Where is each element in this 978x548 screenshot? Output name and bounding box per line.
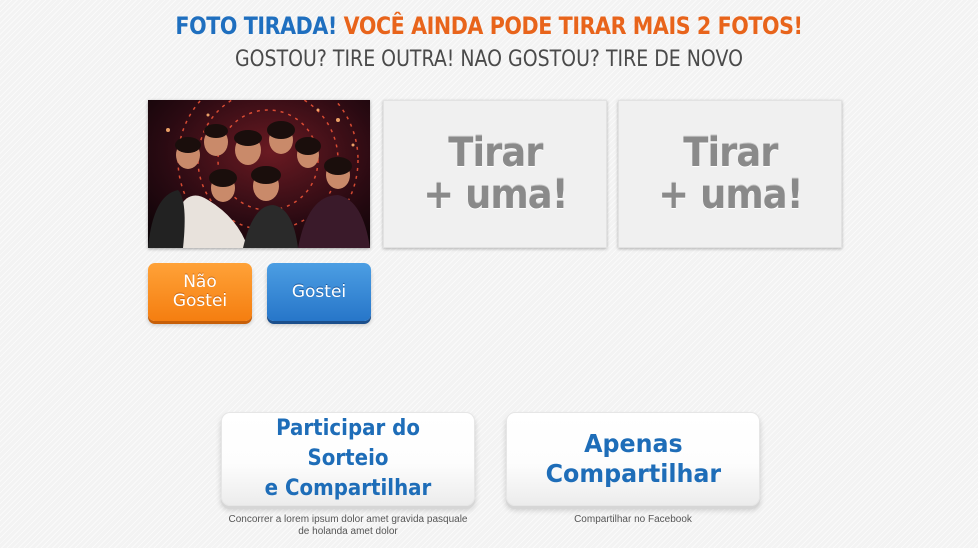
share-only-label: Apenas Compartilhar <box>545 429 721 488</box>
title-taken-text: FOTO TIRADA! <box>175 12 337 40</box>
page-subtitle: GOSTOU? TIRE OUTRA! NAO GOSTOU? TIRE DE … <box>235 47 743 72</box>
take-another-photo-slot-1[interactable]: Tirar + uma! <box>383 100 607 248</box>
participate-caption: Concorrer a lorem ipsum dolor amet gravi… <box>228 514 468 537</box>
participate-and-share-label: Participar do Sorteio e Compartilhar <box>264 416 432 501</box>
like-button[interactable]: Gostei <box>267 263 371 321</box>
taken-photo <box>148 100 370 248</box>
participate-and-share-button[interactable]: Participar do Sorteio e Compartilhar <box>221 412 475 506</box>
take-another-label: Tirar + uma! <box>422 130 568 218</box>
page-title: FOTO TIRADA! VOCÊ AINDA PODE TIRAR MAIS … <box>68 12 909 40</box>
take-another-photo-slot-2[interactable]: Tirar + uma! <box>618 100 842 248</box>
title-remaining-text: VOCÊ AINDA PODE TIRAR MAIS 2 FOTOS! <box>343 12 803 40</box>
dislike-button[interactable]: Não Gostei <box>148 263 252 321</box>
group-party-photo-image <box>148 100 370 248</box>
share-only-caption: Compartilhar no Facebook <box>574 514 692 525</box>
take-another-label: Tirar + uma! <box>657 130 803 218</box>
share-only-button[interactable]: Apenas Compartilhar <box>506 412 760 506</box>
